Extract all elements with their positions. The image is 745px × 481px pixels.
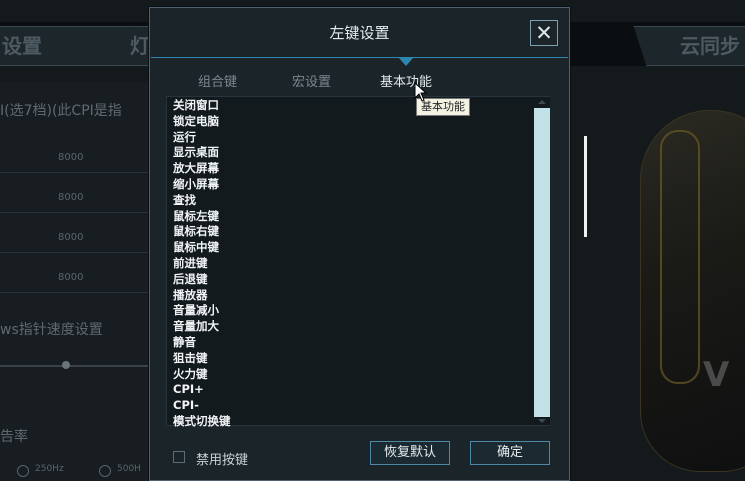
background-pointer-slider [0, 365, 150, 367]
list-item[interactable]: CPI- [173, 398, 231, 414]
list-item[interactable]: CPI+ [173, 382, 231, 398]
scroll-down-arrow-icon[interactable] [538, 419, 546, 423]
disable-key-label: 禁用按键 [196, 453, 249, 468]
background-rate-radio [99, 465, 111, 477]
tab-macro-settings[interactable]: 宏设置 [292, 71, 331, 90]
list-scrollbar[interactable] [534, 97, 550, 425]
background-tab-cloud-sync: 云同步 [633, 26, 745, 66]
list-item[interactable]: 音量加大 [173, 319, 231, 335]
background-mouse-stripe [660, 130, 700, 384]
scrollbar-thumb[interactable] [534, 108, 550, 417]
background-cpi-value: 8000 [58, 192, 84, 203]
tab-divider [151, 57, 568, 58]
background-cpi-value: 8000 [58, 232, 84, 243]
function-list: 关闭窗口 锁定电脑 运行 显示桌面 放大屏幕 缩小屏幕 查找 鼠标左键 鼠标右键… [173, 98, 231, 430]
close-icon: ✕ [535, 21, 553, 45]
list-item[interactable]: 前进键 [173, 256, 231, 272]
background-divider-bar [584, 136, 587, 237]
list-item[interactable]: 运行 [173, 130, 231, 146]
list-item[interactable]: 静音 [173, 335, 231, 351]
list-item[interactable]: 狙击键 [173, 351, 231, 367]
list-item[interactable]: 后退键 [173, 272, 231, 288]
list-item[interactable]: 放大屏幕 [173, 161, 231, 177]
scroll-up-arrow-icon[interactable] [538, 100, 546, 104]
function-list-panel: 关闭窗口 锁定电脑 运行 显示桌面 放大屏幕 缩小屏幕 查找 鼠标左键 鼠标右键… [166, 96, 550, 428]
list-item[interactable]: 缩小屏幕 [173, 177, 231, 193]
mouse-cursor-icon [414, 82, 428, 102]
background-cpi-title: I(选7档)(此CPI是指 [0, 103, 122, 119]
list-item[interactable]: 鼠标右键 [173, 224, 231, 240]
background-cpi-row: 8000 [0, 226, 150, 253]
background-pointer-speed-title: ws指针速度设置 [0, 322, 103, 338]
background-rate-label: 500H [117, 464, 141, 474]
background-rate-label: 250Hz [35, 464, 64, 474]
background-pointer-slider-knob [62, 361, 70, 369]
background-report-rate-title: 告率 [0, 429, 28, 445]
list-item[interactable]: 鼠标中键 [173, 240, 231, 256]
list-item[interactable]: 模式切换键 [173, 414, 231, 430]
background-mouse-logo: V [703, 355, 730, 395]
close-button[interactable]: ✕ [530, 20, 558, 46]
restore-default-button[interactable]: 恢复默认 [370, 441, 450, 465]
list-item[interactable]: 关闭窗口 [173, 98, 231, 114]
disable-key-checkbox[interactable] [173, 451, 185, 463]
background-rate-radio [17, 465, 29, 477]
background-cpi-row: 8000 [0, 186, 150, 213]
background-cpi-value: 8000 [58, 272, 84, 283]
list-item[interactable]: 显示桌面 [173, 145, 231, 161]
list-item[interactable]: 锁定电脑 [173, 114, 231, 130]
list-item[interactable]: 播放器 [173, 288, 231, 304]
confirm-button[interactable]: 确定 [470, 441, 550, 465]
list-item[interactable]: 火力键 [173, 367, 231, 383]
tab-combo-key[interactable]: 组合键 [198, 71, 237, 90]
background-cpi-value: 8000 [58, 152, 84, 163]
dialog-title: 左键设置 [329, 24, 390, 42]
list-item[interactable]: 鼠标左键 [173, 209, 231, 225]
background-cpi-row: 8000 [0, 266, 150, 293]
list-item[interactable]: 音量减小 [173, 303, 231, 319]
left-key-settings-dialog: 左键设置 ✕ 组合键 宏设置 基本功能 关闭窗口 锁定电脑 运行 显示桌面 放大… [149, 7, 570, 481]
list-item[interactable]: 查找 [173, 193, 231, 209]
active-tab-indicator [399, 58, 413, 66]
background-cpi-row: 8000 [0, 146, 150, 173]
